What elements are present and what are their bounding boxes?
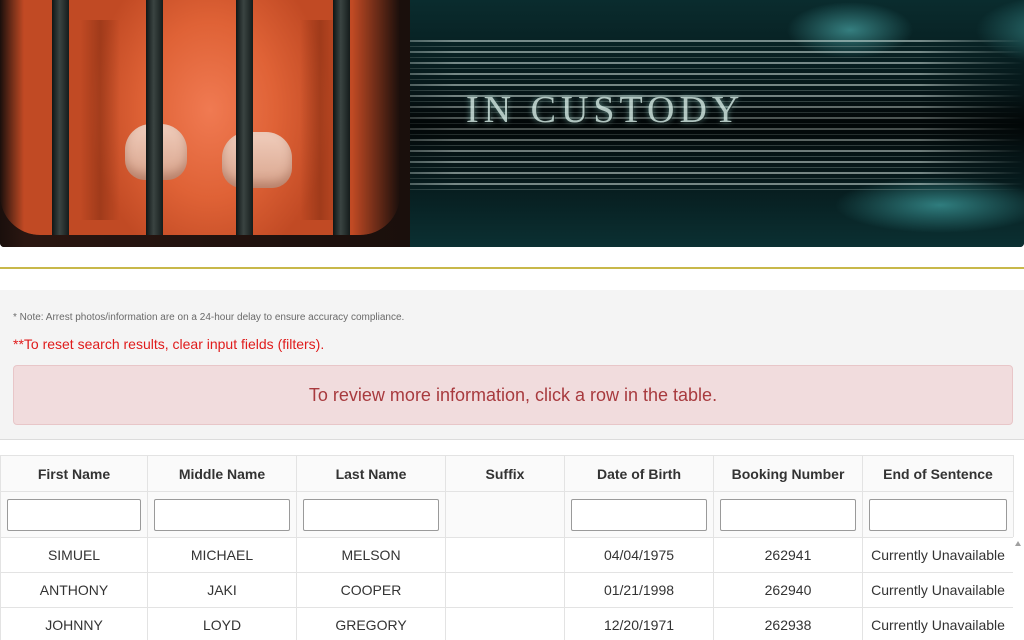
delay-note: * Note: Arrest photos/information are on…	[13, 312, 405, 323]
prison-bar	[146, 0, 163, 235]
cell-suffix	[445, 572, 565, 608]
filter-cell	[147, 491, 297, 538]
filter-cell	[862, 491, 1014, 538]
prison-bar	[52, 0, 69, 235]
header-banner: IN CUSTODY	[0, 0, 1024, 247]
right-hand	[222, 132, 292, 188]
booking-number-filter-input[interactable]	[720, 498, 856, 531]
column-header-date-of-birth[interactable]: Date of Birth	[564, 455, 714, 492]
filter-cell	[0, 491, 148, 538]
cell-first-name: JOHNNY	[0, 607, 148, 640]
cell-last-name: COOPER	[296, 572, 446, 608]
table-header-row: First Name Middle Name Last Name Suffix …	[0, 455, 1014, 492]
cell-suffix	[445, 607, 565, 640]
table-row[interactable]: ANTHONY JAKI COOPER 01/21/1998 262940 Cu…	[0, 572, 1014, 608]
cell-middle-name: MICHAEL	[147, 537, 297, 573]
cell-end-of-sentence: Currently Unavailable	[862, 537, 1014, 573]
inmate-table: First Name Middle Name Last Name Suffix …	[0, 455, 1014, 640]
filter-cell	[713, 491, 863, 538]
section-divider	[0, 267, 1024, 269]
column-header-suffix[interactable]: Suffix	[445, 455, 565, 492]
cell-suffix	[445, 537, 565, 573]
filter-row	[0, 491, 1014, 538]
cell-end-of-sentence: Currently Unavailable	[862, 572, 1014, 608]
column-header-middle-name[interactable]: Middle Name	[147, 455, 297, 492]
cell-booking-number: 262941	[713, 537, 863, 573]
cell-end-of-sentence: Currently Unavailable	[862, 607, 1014, 640]
prisoner-image	[0, 0, 410, 247]
table-scrollbar[interactable]	[1013, 537, 1024, 640]
filter-cell-empty	[445, 491, 565, 538]
cell-date-of-birth: 12/20/1971	[564, 607, 714, 640]
cell-last-name: MELSON	[296, 537, 446, 573]
column-header-last-name[interactable]: Last Name	[296, 455, 446, 492]
table-row[interactable]: JOHNNY LOYD GREGORY 12/20/1971 262938 Cu…	[0, 607, 1014, 640]
banner-title: IN CUSTODY	[466, 89, 745, 131]
column-header-end-of-sentence[interactable]: End of Sentence	[862, 455, 1014, 492]
prison-bar	[236, 0, 253, 235]
cell-booking-number: 262938	[713, 607, 863, 640]
middle-name-filter-input[interactable]	[154, 498, 290, 531]
reset-note: **To reset search results, clear input f…	[13, 336, 325, 352]
end-of-sentence-filter-input[interactable]	[869, 498, 1007, 531]
cell-date-of-birth: 04/04/1975	[564, 537, 714, 573]
cell-middle-name: JAKI	[147, 572, 297, 608]
cell-first-name: SIMUEL	[0, 537, 148, 573]
scroll-up-arrow-icon[interactable]	[1015, 541, 1021, 546]
cell-middle-name: LOYD	[147, 607, 297, 640]
jumpsuit-fold	[80, 20, 120, 220]
date-of-birth-filter-input[interactable]	[571, 498, 707, 531]
notes-panel: * Note: Arrest photos/information are on…	[0, 290, 1024, 440]
table-row[interactable]: SIMUEL MICHAEL MELSON 04/04/1975 262941 …	[0, 537, 1014, 573]
info-alert: To review more information, click a row …	[13, 365, 1013, 425]
cell-booking-number: 262940	[713, 572, 863, 608]
last-name-filter-input[interactable]	[303, 498, 439, 531]
filter-cell	[296, 491, 446, 538]
cell-first-name: ANTHONY	[0, 572, 148, 608]
inmate-table-container: First Name Middle Name Last Name Suffix …	[0, 455, 1024, 640]
cell-last-name: GREGORY	[296, 607, 446, 640]
cell-date-of-birth: 01/21/1998	[564, 572, 714, 608]
column-header-first-name[interactable]: First Name	[0, 455, 148, 492]
column-header-booking-number[interactable]: Booking Number	[713, 455, 863, 492]
first-name-filter-input[interactable]	[7, 498, 141, 531]
filter-cell	[564, 491, 714, 538]
prison-bar	[333, 0, 350, 235]
